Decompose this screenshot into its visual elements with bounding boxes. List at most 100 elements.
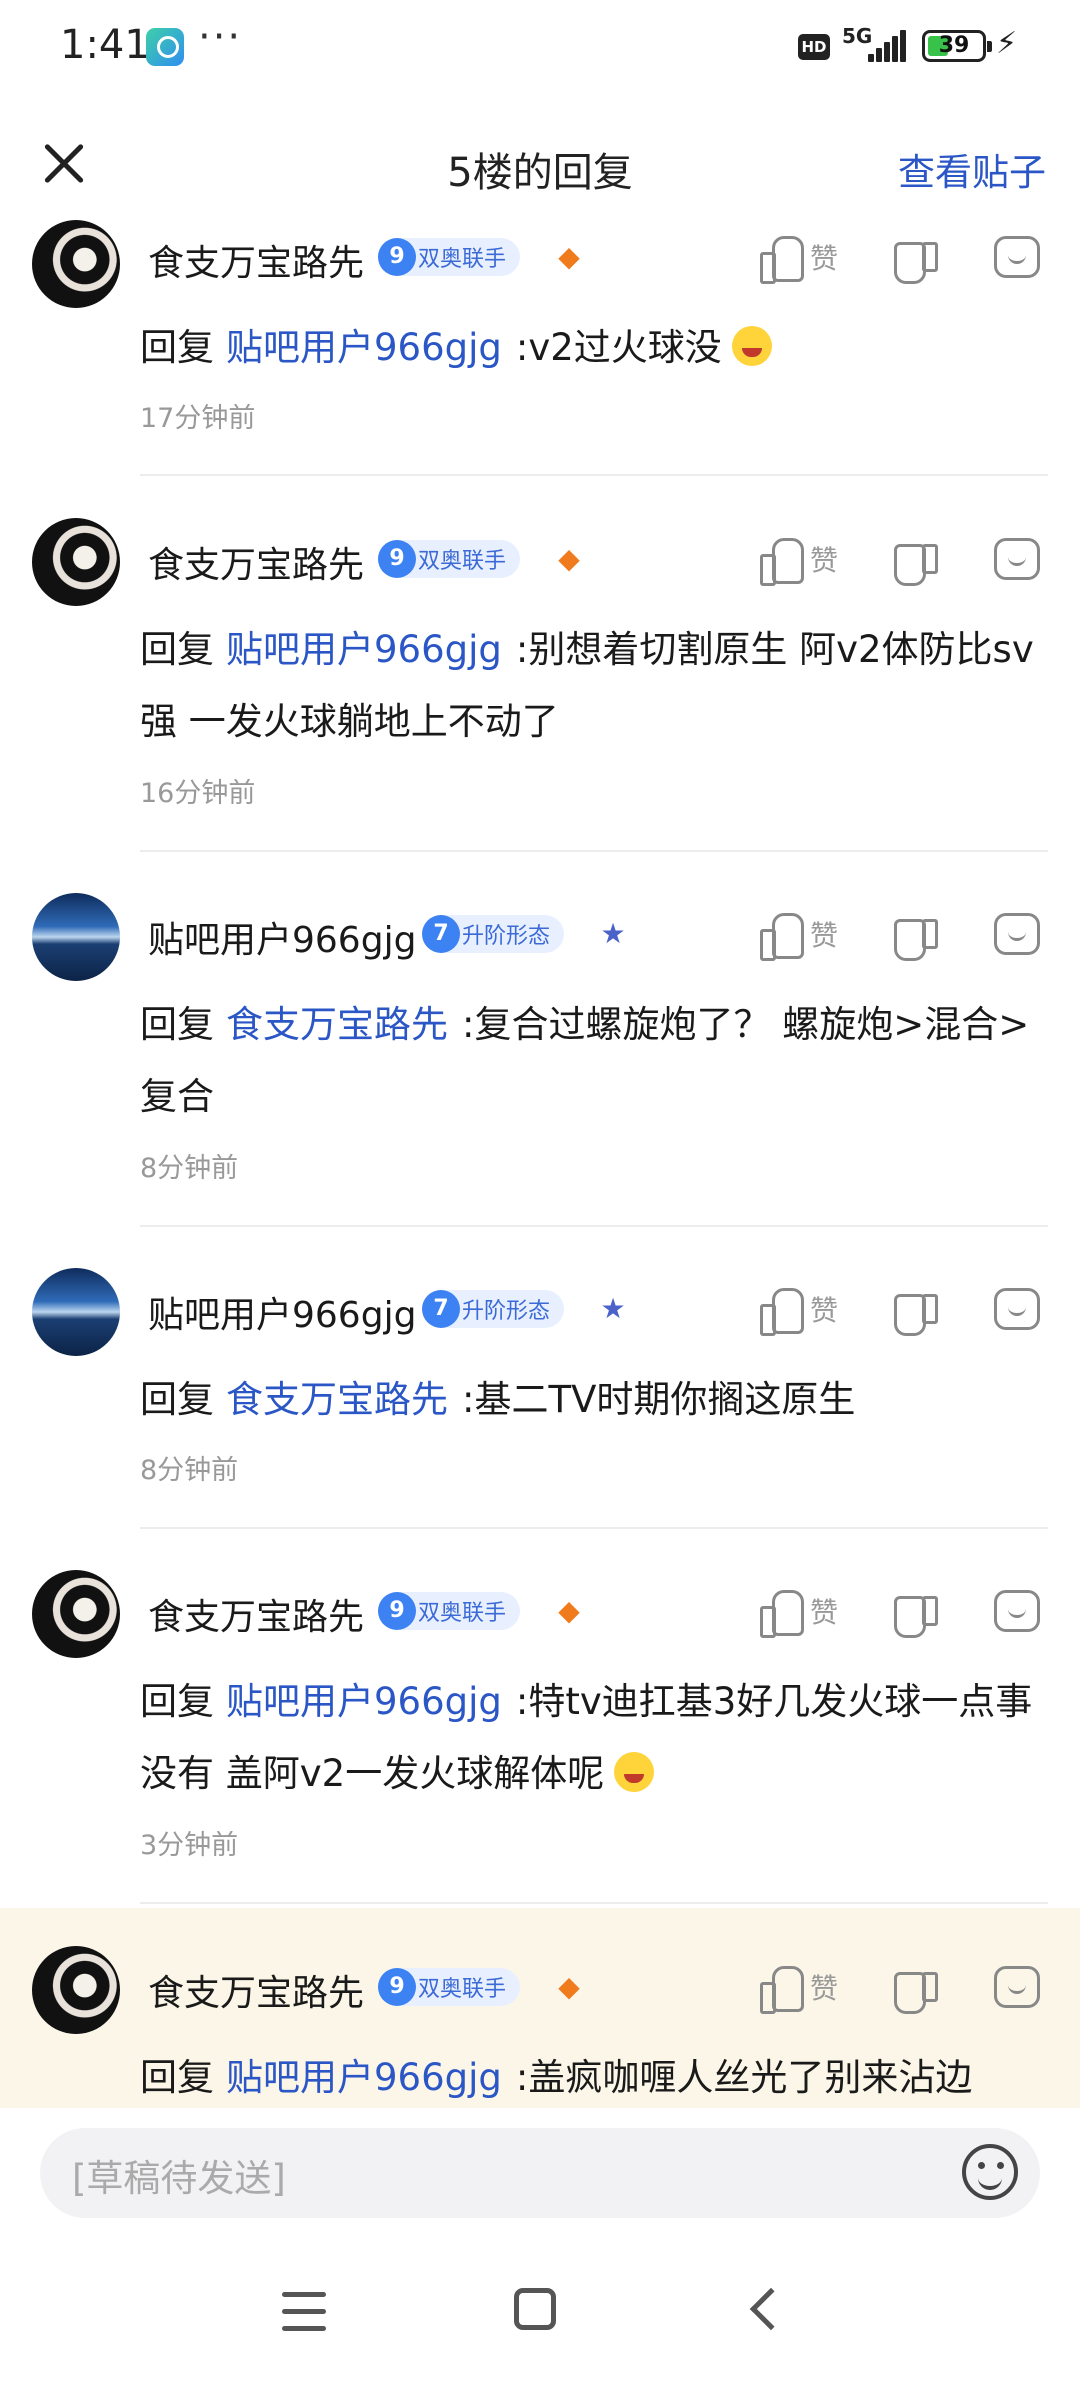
thumbs-down-icon[interactable]	[890, 538, 938, 586]
avatar[interactable]	[32, 220, 120, 308]
comment-icon[interactable]	[994, 1288, 1040, 1330]
like-button[interactable]: 赞	[758, 232, 839, 284]
reply-text: :基二TV时期你搁这原生	[462, 1378, 856, 1421]
reply-content: 回复 食支万宝路先:基二TV时期你搁这原生	[140, 1364, 1050, 1436]
username[interactable]: 食支万宝路先	[148, 234, 364, 286]
reply-target-link[interactable]: 贴吧用户966gjg	[226, 326, 502, 369]
medal-icon: ◆	[558, 542, 580, 575]
medal-icon: ★	[600, 917, 626, 950]
medal-icon: ◆	[558, 1970, 580, 2003]
reply-content: 回复 贴吧用户966gjg :v2过火球没	[140, 312, 1050, 384]
emoji-laugh-icon	[614, 1752, 655, 1792]
username[interactable]: 食支万宝路先	[148, 1588, 364, 1640]
input-placeholder: [草稿待发送]	[72, 2157, 286, 2200]
menu-icon[interactable]	[282, 2292, 326, 2332]
level-number: 9	[378, 1592, 416, 1630]
medal-icon: ★	[600, 1292, 626, 1325]
reply-prefix: 回复	[140, 1003, 214, 1046]
comment-icon[interactable]	[994, 1590, 1040, 1632]
like-label: 赞	[810, 1596, 839, 1629]
comment-icon[interactable]	[994, 236, 1040, 278]
thumbs-up-icon	[758, 536, 804, 586]
like-button[interactable]: 赞	[758, 1586, 839, 1638]
level-badge: 7 升阶形态	[422, 1290, 565, 1328]
thumbs-down-icon[interactable]	[890, 1590, 938, 1638]
level-number: 7	[422, 915, 460, 953]
badge-label: 双奥联手	[418, 1977, 507, 2002]
badge-label: 双奥联手	[418, 247, 507, 272]
avatar[interactable]	[32, 518, 120, 606]
like-label: 赞	[810, 242, 839, 275]
username[interactable]: 贴吧用户966gjg	[148, 911, 416, 963]
username[interactable]: 食支万宝路先	[148, 536, 364, 588]
emoji-laugh-icon	[731, 326, 772, 366]
reply-text: :盖疯咖喱人丝光了别来沾边	[515, 2056, 973, 2099]
comment-icon[interactable]	[994, 538, 1040, 580]
reply-list[interactable]: 食支万宝路先 9 双奥联手 ◆ 赞 回复 贴吧用户966gjg:v2过火球没 17…	[0, 208, 1080, 2108]
reply-item: 食支万宝路先 9 双奥联手 ◆ 赞 回复 贴吧用户966gjg:特tv迪扛基3好几…	[0, 1528, 1080, 1903]
reply-prefix: 回复	[140, 2056, 214, 2099]
back-icon[interactable]	[749, 2287, 793, 2331]
level-number: 9	[378, 540, 416, 578]
username[interactable]: 食支万宝路先	[148, 1964, 364, 2016]
avatar[interactable]	[32, 1946, 120, 2034]
thumbs-down-icon[interactable]	[890, 1966, 938, 2014]
battery-level: 39	[938, 33, 970, 58]
thumbs-down-icon[interactable]	[890, 913, 938, 961]
level-number: 9	[378, 238, 416, 276]
reply-input-bar: [草稿待发送]	[0, 2108, 1080, 2240]
like-button[interactable]: 赞	[758, 534, 838, 586]
charging-icon: ⚡	[996, 26, 1018, 61]
thumbs-up-icon	[758, 1286, 804, 1336]
status-bar: 1:41 ··· HD 5G 39 ⚡	[0, 0, 1080, 96]
reply-target-link[interactable]: 食支万宝路先	[226, 1378, 448, 1421]
reply-item-highlighted: 食支万宝路先 9 双奥联手 ◆ 赞 回复 贴吧用户966gjg :盖疯咖喱人丝光了别…	[0, 1908, 1080, 2108]
reply-target-link[interactable]: 食支万宝路先	[226, 1003, 448, 1046]
more-notifications-icon: ···	[198, 14, 243, 60]
reply-prefix: 回复	[140, 1680, 214, 1723]
hd-icon: HD	[798, 34, 830, 60]
level-badge: 7 升阶形态	[422, 915, 565, 953]
badge-label: 升阶形态	[462, 1299, 551, 1324]
avatar[interactable]	[32, 1268, 120, 1356]
medal-icon: ◆	[558, 240, 580, 273]
like-button[interactable]: 赞	[758, 1962, 839, 2014]
reply-prefix: 回复	[140, 628, 214, 671]
view-post-link[interactable]: 查看贴子	[898, 142, 1046, 196]
comment-icon[interactable]	[994, 913, 1040, 955]
battery-icon: 39	[922, 30, 992, 62]
thumbs-down-icon[interactable]	[890, 236, 938, 284]
avatar[interactable]	[32, 893, 120, 981]
thumbs-up-icon	[758, 911, 804, 961]
timestamp: 8分钟前	[140, 1455, 239, 1486]
like-button[interactable]: 赞	[758, 909, 839, 961]
reply-input[interactable]: [草稿待发送]	[40, 2128, 1040, 2218]
reply-target-link[interactable]: 贴吧用户966gjg	[226, 1680, 502, 1723]
thumbs-up-icon	[758, 1964, 804, 2014]
smiley-icon[interactable]	[962, 2144, 1018, 2200]
comment-icon[interactable]	[994, 1966, 1040, 2008]
username[interactable]: 贴吧用户966gjg	[148, 1286, 416, 1338]
reply-text: :v2过火球没	[515, 326, 722, 369]
like-button[interactable]: 赞	[758, 1284, 838, 1336]
system-nav-bar	[0, 2240, 1080, 2400]
reply-prefix: 回复	[140, 326, 214, 369]
reply-item: 贴吧用户966gjg 7 升阶形态 ★ 赞 回复 食支万宝路先:基二TV时期你搁这…	[0, 1226, 1080, 1528]
home-icon[interactable]	[514, 2288, 556, 2330]
avatar[interactable]	[32, 1570, 120, 1658]
like-label: 赞	[810, 1972, 839, 2005]
level-number: 9	[378, 1968, 416, 2006]
level-badge: 9 双奥联手	[378, 1592, 521, 1630]
like-label: 赞	[810, 919, 839, 952]
reply-target-link[interactable]: 贴吧用户966gjg	[226, 2056, 502, 2099]
level-badge: 9 双奥联手	[378, 238, 521, 276]
reply-content: 回复 食支万宝路先:复合过螺旋炮了？ 螺旋炮>混合>复合	[140, 989, 1050, 1133]
reply-content: 回复 贴吧用户966gjg:别想着切割原生 阿v2体防比sv强 一发火球躺地上不动…	[140, 614, 1050, 758]
level-number: 7	[422, 1290, 460, 1328]
thumbs-up-icon	[758, 1588, 804, 1638]
badge-label: 升阶形态	[462, 924, 551, 949]
reply-content: 回复 贴吧用户966gjg:特tv迪扛基3好几发火球一点事没有 盖阿v2一发火球解…	[140, 1666, 1050, 1810]
reply-target-link[interactable]: 贴吧用户966gjg	[226, 628, 502, 671]
thumbs-down-icon[interactable]	[890, 1288, 938, 1336]
timestamp: 16分钟前	[140, 778, 256, 809]
